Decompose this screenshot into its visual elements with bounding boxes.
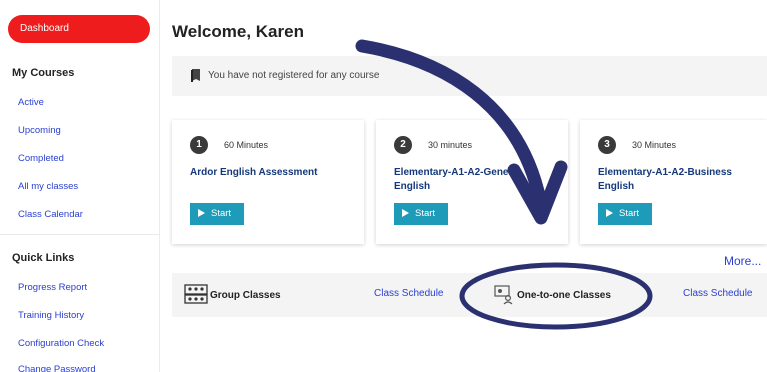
play-icon xyxy=(402,209,409,217)
play-icon xyxy=(606,209,613,217)
start-button[interactable]: Start xyxy=(598,203,652,225)
sidebar-item-configuration-check[interactable]: Configuration Check xyxy=(18,338,104,349)
start-label: Start xyxy=(415,208,436,219)
book-icon xyxy=(191,69,200,82)
sidebar-item-all-my-classes[interactable]: All my classes xyxy=(18,181,78,192)
course-duration: 30 Minutes xyxy=(632,140,677,150)
sidebar-item-completed[interactable]: Completed xyxy=(18,153,64,164)
start-label: Start xyxy=(211,208,232,219)
course-number-badge: 2 xyxy=(394,136,412,154)
start-button[interactable]: Start xyxy=(394,203,448,225)
sidebar-item-class-calendar[interactable]: Class Calendar xyxy=(18,209,83,220)
notice-text: You have not registered for any course xyxy=(208,70,380,81)
sidebar-item-active[interactable]: Active xyxy=(18,97,44,108)
one-to-one-icon xyxy=(494,285,513,305)
play-icon xyxy=(198,209,205,217)
course-card: 2 30 minutes Elementary-A1-A2-General En… xyxy=(376,120,568,244)
group-class-schedule-link[interactable]: Class Schedule xyxy=(374,288,443,299)
registration-notice: You have not registered for any course xyxy=(172,56,767,96)
sidebar-item-upcoming[interactable]: Upcoming xyxy=(18,125,61,136)
course-title[interactable]: Ardor English Assessment xyxy=(190,166,355,180)
course-duration: 60 Minutes xyxy=(224,140,269,150)
sidebar: Dashboard My Courses Active Upcoming Com… xyxy=(0,0,160,372)
my-courses-heading: My Courses xyxy=(12,67,75,79)
dashboard-button[interactable]: Dashboard xyxy=(8,15,150,43)
start-label: Start xyxy=(619,208,640,219)
classes-bar: Group Classes Class Schedule One-to-one … xyxy=(172,273,767,317)
sidebar-item-progress-report[interactable]: Progress Report xyxy=(18,282,87,293)
sidebar-item-change-password[interactable]: Change Password xyxy=(18,364,96,372)
course-title[interactable]: Elementary-A1-A2-General English xyxy=(394,166,559,194)
group-classes-icon xyxy=(184,284,208,304)
course-duration: 30 minutes xyxy=(428,140,473,150)
sidebar-item-training-history[interactable]: Training History xyxy=(18,310,84,321)
course-number-badge: 3 xyxy=(598,136,616,154)
start-button[interactable]: Start xyxy=(190,203,244,225)
quick-links-heading: Quick Links xyxy=(12,252,75,264)
course-card: 3 30 Minutes Elementary-A1-A2-Business E… xyxy=(580,120,767,244)
course-card: 1 60 Minutes Ardor English Assessment St… xyxy=(172,120,364,244)
welcome-heading: Welcome, Karen xyxy=(172,22,304,41)
one-to-one-classes-label[interactable]: One-to-one Classes xyxy=(517,290,611,301)
course-title[interactable]: Elementary-A1-A2-Business English xyxy=(598,166,763,194)
course-number-badge: 1 xyxy=(190,136,208,154)
one-to-one-class-schedule-link[interactable]: Class Schedule xyxy=(683,288,752,299)
sidebar-divider xyxy=(0,234,160,235)
group-classes-label[interactable]: Group Classes xyxy=(210,290,281,301)
more-link[interactable]: More... xyxy=(724,254,761,268)
